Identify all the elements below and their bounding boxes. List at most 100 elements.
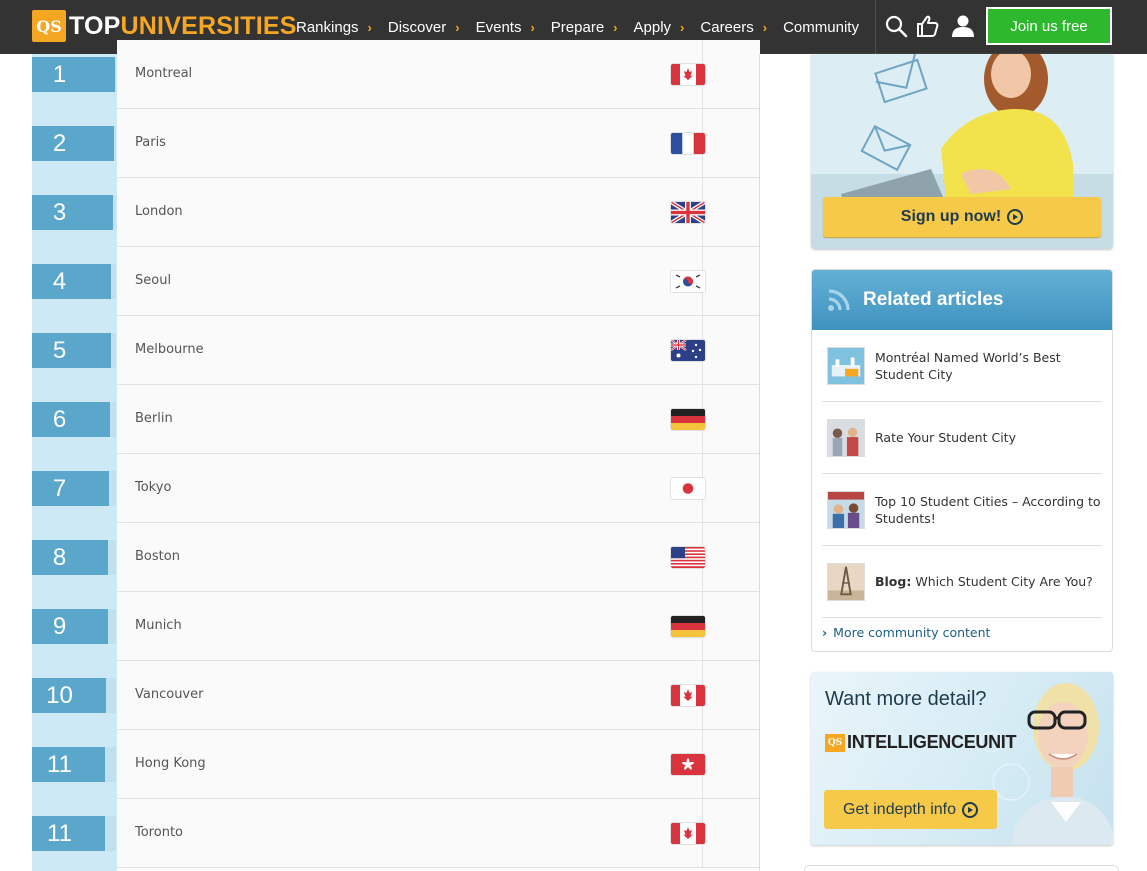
ranking-row: 6 Berlin (32, 385, 760, 454)
rss-icon (828, 289, 850, 311)
logo-wordmark: TOPUNIVERSITIES (69, 12, 297, 41)
usa-flag-icon (671, 547, 705, 568)
chevron-right-icon: › (367, 19, 372, 35)
japan-flag-icon (671, 478, 705, 499)
article-title: Rate Your Student City (875, 430, 1016, 445)
rank-number: 7 (52, 474, 67, 502)
city-name: Toronto (135, 825, 183, 840)
related-article-link[interactable]: Rate Your Student City (822, 402, 1102, 474)
ranking-row: 8 Boston (32, 523, 760, 592)
canada-flag-icon (671, 64, 705, 85)
article-title: Top 10 Student Cities – According to Stu… (875, 493, 1101, 526)
chevron-right-icon: › (822, 625, 828, 640)
city-name: Montreal (135, 66, 193, 81)
rank-badge: 8 (32, 540, 116, 575)
rank-badge: 7 (32, 471, 116, 506)
related-article-link[interactable]: Blog: Which Student City Are You? (822, 546, 1102, 618)
more-community-content-link[interactable]: › More community content (822, 625, 990, 640)
ranking-row: 1 Montreal (32, 40, 760, 109)
australia-flag-icon (671, 340, 705, 361)
topuniversities-logo[interactable]: QS TOPUNIVERSITIES (32, 10, 297, 42)
ranking-row: 3 London (32, 178, 760, 247)
rank-badge: 10 (32, 678, 116, 713)
ranking-row-body (117, 316, 760, 385)
city-name: Paris (135, 135, 166, 150)
related-article-link[interactable]: Top 10 Student Cities – According to Stu… (822, 474, 1102, 546)
city-name: Boston (135, 549, 180, 564)
hong-kong-flag-icon (671, 754, 705, 775)
nav-label: Careers (700, 18, 754, 36)
thumbs-up-icon[interactable] (916, 14, 940, 38)
join-us-free-button[interactable]: Join us free (986, 7, 1112, 45)
ranking-row: 5 Melbourne (32, 316, 760, 385)
city-name: Tokyo (135, 480, 172, 495)
rank-badge: 3 (32, 195, 116, 230)
nav-discover[interactable]: Discover › (388, 19, 460, 36)
ranking-row-body (117, 661, 760, 730)
rank-badge: 1 (32, 57, 116, 92)
article-thumbnail-image (827, 490, 865, 529)
ranking-row: 11 Hong Kong (32, 730, 760, 799)
uk-flag-icon (671, 202, 705, 223)
nav-careers[interactable]: Careers › (700, 19, 767, 36)
get-indepth-label: Get indepth info (843, 800, 956, 818)
rank-badge: 9 (32, 609, 116, 644)
nav-label: Community (783, 18, 859, 36)
article-thumbnail-image (827, 418, 865, 457)
city-name: Munich (135, 618, 182, 633)
nav-community[interactable]: Community (783, 19, 859, 36)
rank-number: 10 (46, 681, 73, 709)
rank-badge: 5 (32, 333, 116, 368)
qs-intelligence-unit-logo: QS INTELLIGENCEUNIT (825, 732, 1017, 753)
city-name: Vancouver (135, 687, 204, 702)
ranking-row-body (117, 799, 760, 868)
ranking-row: 7 Tokyo (32, 454, 760, 523)
page: QS TOPUNIVERSITIES Rankings › Discover › E… (0, 0, 1147, 871)
article-title: Montréal Named World’s Best Student City (875, 349, 1061, 382)
nav-rankings[interactable]: Rankings › (296, 19, 372, 36)
intel-promo-title: Want more detail? (825, 688, 987, 710)
city-name: London (135, 204, 183, 219)
ranking-row-body (117, 247, 760, 316)
canada-flag-icon (671, 685, 705, 706)
rank-number: 1 (52, 60, 67, 88)
related-articles-panel: Related articles Montréal Named World’s … (811, 269, 1113, 652)
rank-number: 9 (52, 612, 67, 640)
article-title: Blog: Which Student City Are You? (875, 574, 1093, 589)
ranking-row-body (117, 730, 760, 799)
more-community-label: More community content (833, 625, 991, 640)
germany-flag-icon (671, 409, 705, 430)
search-icon[interactable] (884, 14, 908, 38)
user-icon[interactable] (951, 14, 975, 38)
rank-number: 3 (52, 198, 67, 226)
rank-badge: 6 (32, 402, 116, 437)
ranking-row: 4 Seoul (32, 247, 760, 316)
ranking-row: 10 Vancouver (32, 661, 760, 730)
south-korea-flag-icon (671, 271, 705, 292)
nav-prepare[interactable]: Prepare › (551, 19, 618, 36)
nav-divider (875, 0, 876, 54)
circle-arrow-icon (961, 801, 978, 818)
rank-number: 2 (52, 129, 67, 157)
germany-flag-icon (671, 616, 705, 637)
rank-badge: 11 (32, 816, 116, 851)
nav-label: Events (475, 18, 522, 36)
article-thumbnail-image (827, 346, 865, 385)
nav-events[interactable]: Events › (476, 19, 535, 36)
nav-apply[interactable]: Apply › (634, 19, 685, 36)
rank-number: 6 (52, 405, 67, 433)
ranking-row-body (117, 454, 760, 523)
intelligence-unit-wordmark: INTELLIGENCEUNIT (847, 732, 1017, 752)
related-articles-header: Related articles (812, 270, 1112, 330)
table-border (759, 54, 760, 871)
ranking-row: 2 Paris (32, 109, 760, 178)
ranking-row-body (117, 523, 760, 592)
sign-up-now-button[interactable]: Sign up now! (823, 197, 1101, 237)
nav-label: Prepare (550, 18, 605, 36)
france-flag-icon (671, 133, 705, 154)
related-article-link[interactable]: Montréal Named World’s Best Student City (822, 330, 1102, 402)
get-indepth-info-button[interactable]: Get indepth info (824, 790, 997, 829)
sign-up-label: Sign up now! (900, 208, 1002, 225)
ranking-row-body (117, 40, 760, 109)
rank-badge: 2 (32, 126, 116, 161)
